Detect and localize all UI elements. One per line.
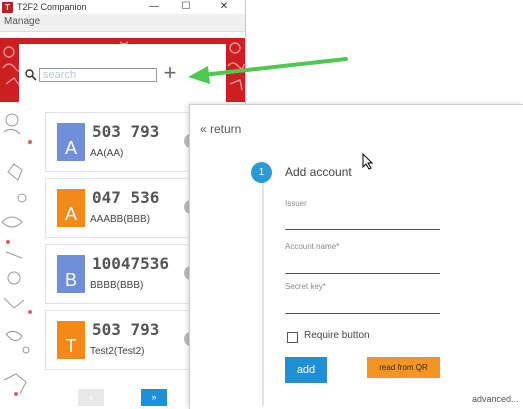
issuer-field[interactable]	[285, 229, 440, 230]
minimize-button[interactable]: —	[140, 0, 168, 14]
app-logo: T	[2, 1, 13, 13]
account-label: AA(AA)	[90, 148, 124, 159]
require-button-label: Require button	[304, 330, 370, 341]
secret-key-label: Secret key*	[285, 282, 326, 291]
search-input[interactable]	[39, 68, 157, 82]
account-card[interactable]: A 503 793 AA(AA)	[45, 112, 207, 172]
maximize-button[interactable]: ☐	[172, 0, 200, 14]
step-number: 1	[251, 162, 272, 183]
require-button-checkbox[interactable]	[287, 332, 298, 343]
step-title: Add account	[285, 165, 352, 179]
green-arrow-icon	[188, 57, 348, 84]
account-card[interactable]: T 503 793 Test2(Test2)	[45, 310, 207, 370]
account-card[interactable]: A 047 536 AAABB(BBB)	[45, 178, 207, 238]
otp-code: 503 793	[92, 122, 160, 141]
secret-key-field[interactable]	[285, 313, 440, 314]
advanced-link[interactable]: advanced...	[472, 394, 519, 404]
close-button[interactable]: ✕	[210, 0, 238, 14]
account-name-field[interactable]	[285, 273, 440, 274]
account-name-label: Account name*	[285, 242, 340, 251]
menu-manage[interactable]: Manage	[4, 16, 40, 27]
side-doodles-icon	[1, 113, 32, 396]
account-avatar: A	[57, 123, 85, 161]
search-icon	[25, 69, 37, 81]
mouse-cursor-icon	[362, 153, 374, 170]
account-label: AAABB(BBB)	[90, 214, 151, 225]
title-bar: T T2F2 Companion — ☐ ✕	[0, 0, 245, 14]
window-title: T2F2 Companion	[17, 2, 87, 12]
add-account-panel: « return 1 Add account Issuer Account na…	[189, 104, 523, 409]
otp-code: 503 793	[92, 320, 160, 339]
issuer-label: Issuer	[285, 199, 307, 208]
step-line	[262, 177, 264, 407]
return-link[interactable]: « return	[200, 122, 241, 136]
prev-page-button[interactable]: «	[78, 389, 104, 406]
next-page-button[interactable]: »	[141, 389, 167, 406]
read-from-qr-button[interactable]: read from QR	[367, 357, 440, 378]
account-avatar: T	[57, 321, 85, 359]
otp-code: 047 536	[92, 188, 160, 207]
account-card[interactable]: B 10047536 BBBB(BBB)	[45, 244, 207, 304]
account-avatar: A	[57, 189, 85, 227]
account-label: Test2(Test2)	[90, 346, 145, 357]
menu-bar: Manage	[0, 14, 245, 32]
add-button[interactable]: add	[285, 357, 327, 383]
plus-icon[interactable]: +	[160, 62, 180, 84]
account-label: BBBB(BBB)	[90, 280, 144, 291]
account-avatar: B	[57, 255, 85, 293]
otp-code: 10047536	[92, 254, 170, 273]
